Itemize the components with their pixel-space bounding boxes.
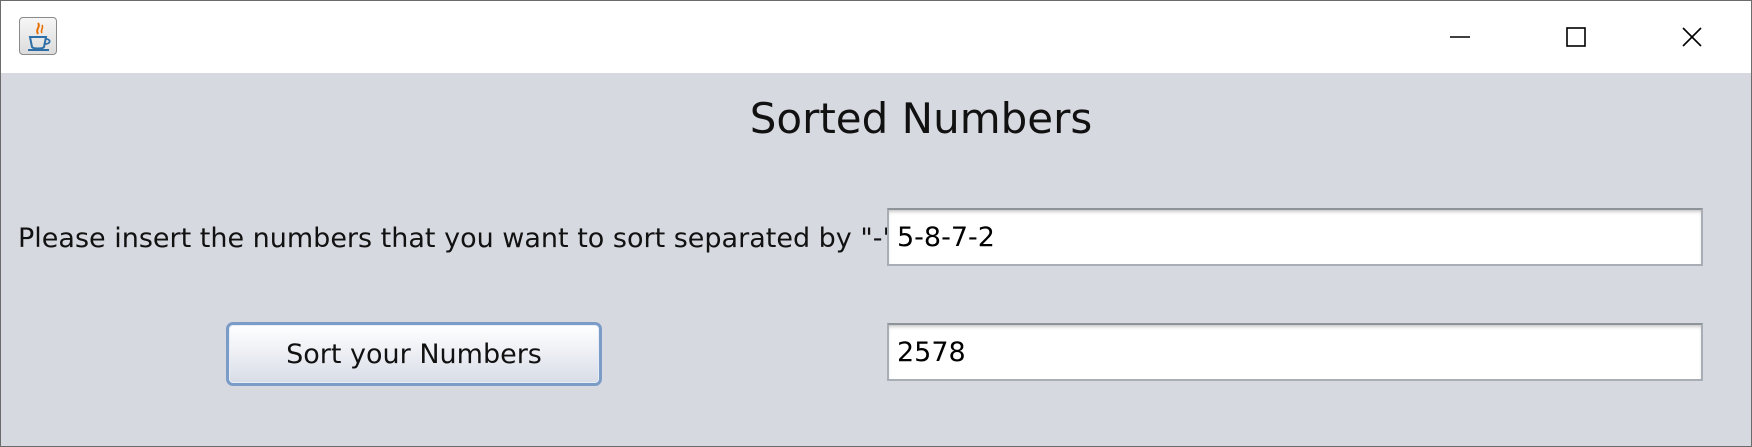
minimize-button[interactable] [1402,1,1518,73]
sort-numbers-button[interactable]: Sort your Numbers [226,322,602,386]
content-panel: Sorted Numbers Please insert the numbers… [1,73,1751,446]
maximize-button[interactable] [1518,1,1634,73]
numbers-input[interactable] [887,208,1703,266]
close-icon [1682,27,1702,47]
sorted-result-field[interactable] [887,323,1703,381]
maximize-icon [1566,27,1586,47]
minimize-icon [1450,36,1470,38]
java-app-icon[interactable] [19,17,57,55]
close-button[interactable] [1634,1,1750,73]
title-bar[interactable] [1,1,1751,73]
input-label: Please insert the numbers that you want … [18,223,895,254]
page-title: Sorted Numbers [749,94,1093,143]
app-window: Sorted Numbers Please insert the numbers… [0,0,1752,447]
java-coffee-cup-icon [28,22,51,51]
